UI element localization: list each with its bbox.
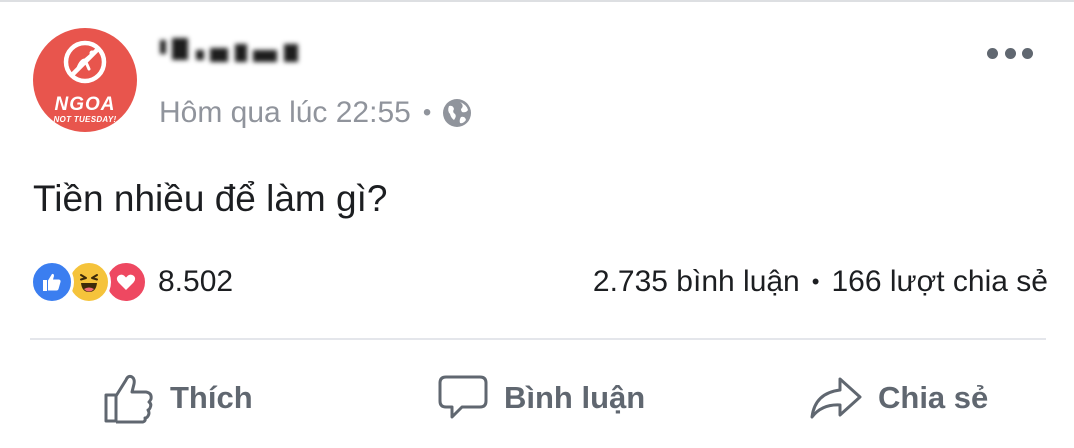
share-count-link[interactable]: 166 lượt chia sẻ — [831, 265, 1048, 299]
reactions-summary[interactable]: 8.502 — [30, 258, 233, 306]
stats-separator: • — [811, 269, 820, 294]
no-sign-icon — [63, 40, 107, 84]
author-name-redacted[interactable] — [160, 36, 298, 70]
meta-separator: • — [422, 99, 432, 126]
avatar[interactable]: NGOA NOT TUESDAY! — [33, 28, 137, 132]
comment-count-link[interactable]: 2.735 bình luận — [593, 265, 800, 299]
avatar-brand-text: NGOA — [54, 94, 116, 115]
globe-icon[interactable] — [441, 97, 473, 129]
like-button-label: Thích — [170, 380, 253, 415]
post-timestamp[interactable]: Hôm qua lúc 22:55 — [159, 96, 411, 130]
share-button[interactable]: Chia sẻ — [808, 368, 988, 428]
reaction-count: 8.502 — [158, 265, 234, 298]
like-icon — [30, 260, 74, 304]
more-options-icon[interactable] — [987, 45, 1033, 61]
share-arrow-icon — [810, 377, 862, 419]
comment-button-label: Bình luận — [504, 380, 646, 415]
avatar-brand-subtext: NOT TUESDAY! — [53, 115, 117, 124]
top-divider — [0, 0, 1074, 2]
share-button-label: Chia sẻ — [878, 380, 989, 415]
thumbs-up-icon — [104, 374, 153, 424]
comment-button[interactable]: Bình luận — [436, 368, 645, 428]
post-stats: 2.735 bình luận • 166 lượt chia sẻ — [593, 264, 1048, 300]
actions-divider — [30, 338, 1046, 340]
post-meta: Hôm qua lúc 22:55 • — [159, 95, 473, 131]
post-text: Tiền nhiều để làm gì? — [33, 178, 388, 219]
like-button[interactable]: Thích — [102, 368, 253, 428]
redacted-name-blur — [160, 36, 298, 62]
comment-icon — [438, 375, 488, 419]
